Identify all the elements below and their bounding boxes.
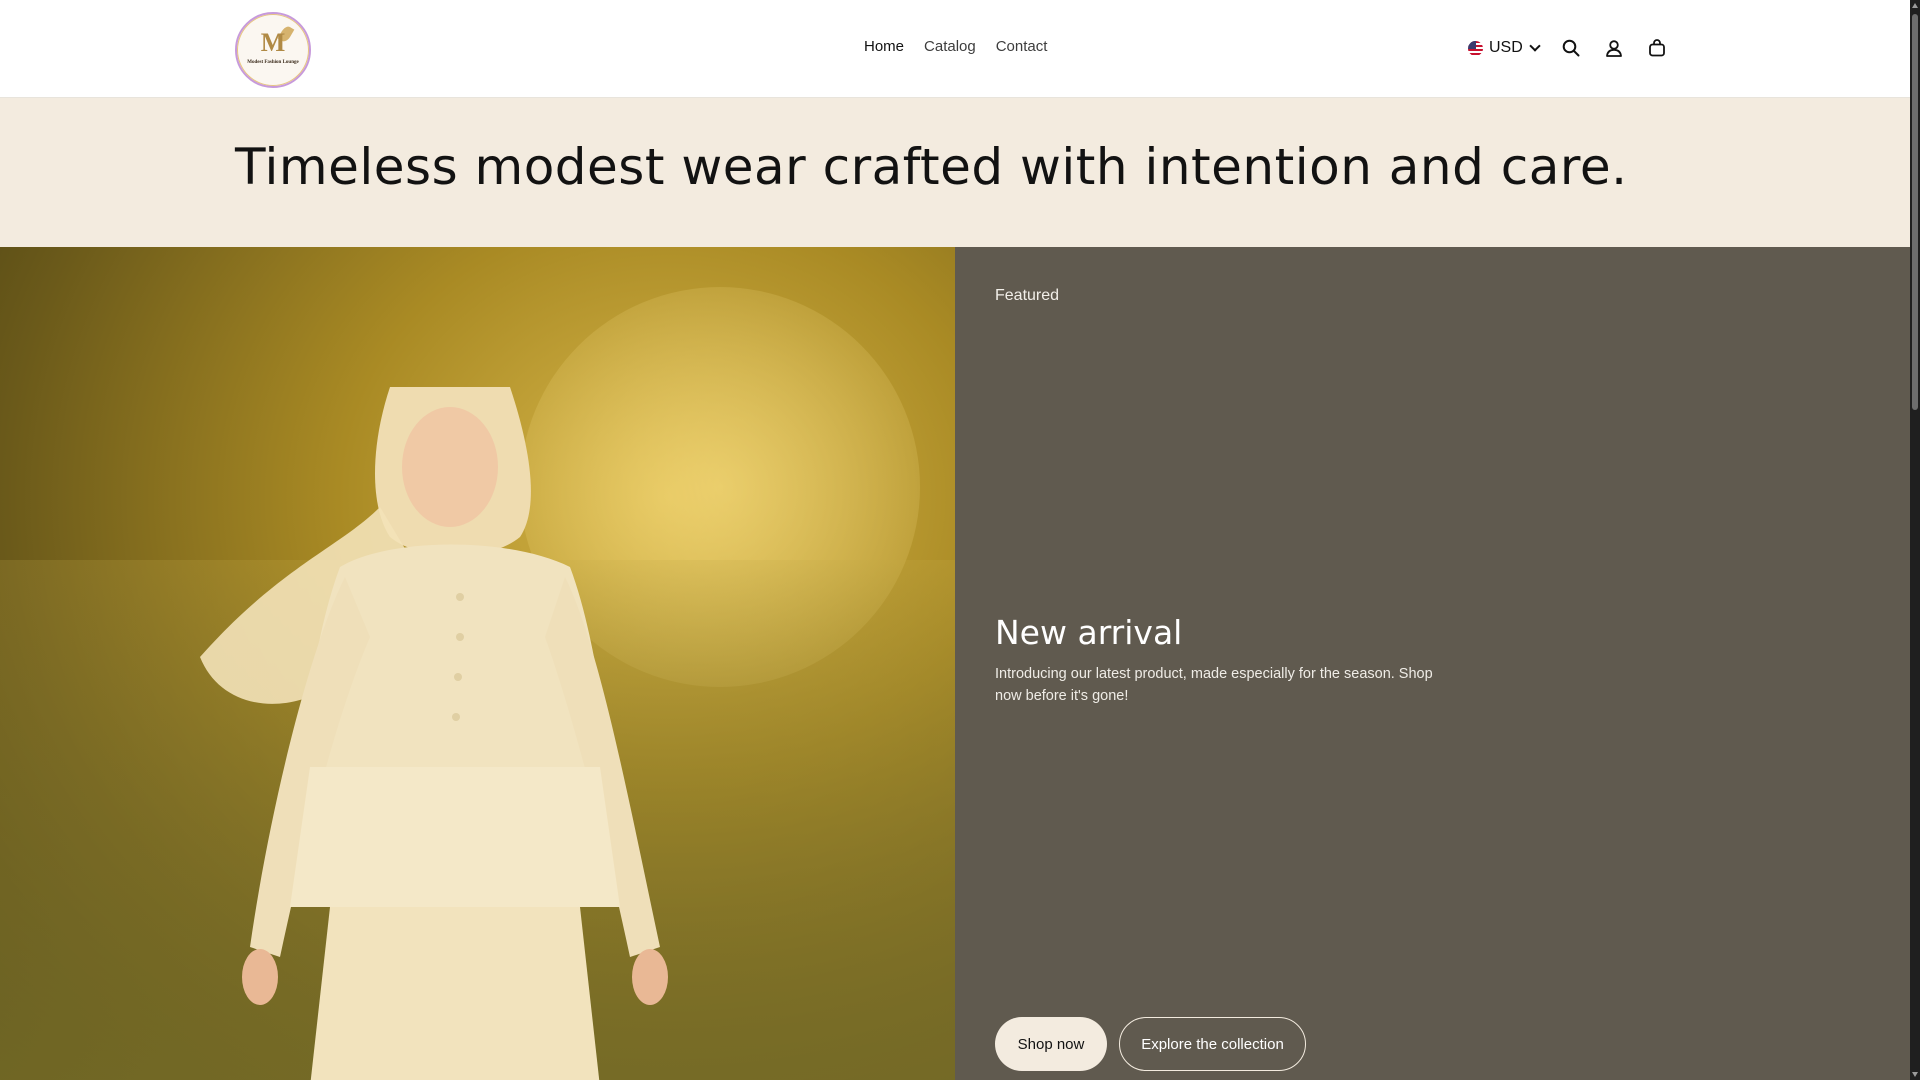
- search-icon: [1562, 39, 1580, 57]
- chevron-down-icon: [1529, 40, 1541, 52]
- featured-panel: Featured New arrival Introducing our lat…: [955, 247, 1910, 1080]
- cart-button[interactable]: [1645, 36, 1669, 60]
- page-scrollbar[interactable]: [1910, 0, 1920, 1080]
- logo-text: Modest Fashion Lounge: [247, 60, 299, 65]
- store-logo[interactable]: M Modest Fashion Lounge: [235, 12, 311, 88]
- banner-title: Timeless modest wear crafted with intent…: [235, 138, 1628, 196]
- search-button[interactable]: [1559, 36, 1583, 60]
- shop-now-button[interactable]: Shop now: [995, 1017, 1107, 1071]
- intro-banner: Timeless modest wear crafted with intent…: [0, 98, 1910, 247]
- nav-contact[interactable]: Contact: [996, 38, 1048, 55]
- explore-collection-button[interactable]: Explore the collection: [1119, 1017, 1306, 1071]
- featured-label: Featured: [995, 287, 1060, 304]
- us-flag-icon: [1468, 40, 1483, 56]
- scroll-thumb[interactable]: [1912, 14, 1918, 410]
- account-button[interactable]: [1602, 36, 1626, 60]
- scroll-up-arrow-icon[interactable]: [1912, 3, 1918, 8]
- nav-home[interactable]: Home: [864, 38, 904, 55]
- currency-label: USD: [1489, 39, 1523, 56]
- scroll-down-arrow-icon[interactable]: [1912, 1072, 1918, 1077]
- logo-monogram: M: [260, 28, 286, 57]
- main-nav: Home Catalog Contact: [864, 38, 1047, 55]
- arrival-title: New arrival: [995, 613, 1183, 652]
- nav-catalog[interactable]: Catalog: [924, 38, 976, 55]
- model-figure: [200, 387, 668, 1080]
- arrival-description: Introducing our latest product, made esp…: [995, 666, 1433, 704]
- cart-icon: [1648, 39, 1665, 57]
- currency-selector[interactable]: USD: [1468, 39, 1541, 57]
- hero-image: [0, 247, 955, 1080]
- account-icon: [1605, 40, 1622, 57]
- site-header: M Modest Fashion Lounge Home Catalog Con…: [0, 0, 1910, 98]
- header-actions: USD: [1468, 36, 1669, 60]
